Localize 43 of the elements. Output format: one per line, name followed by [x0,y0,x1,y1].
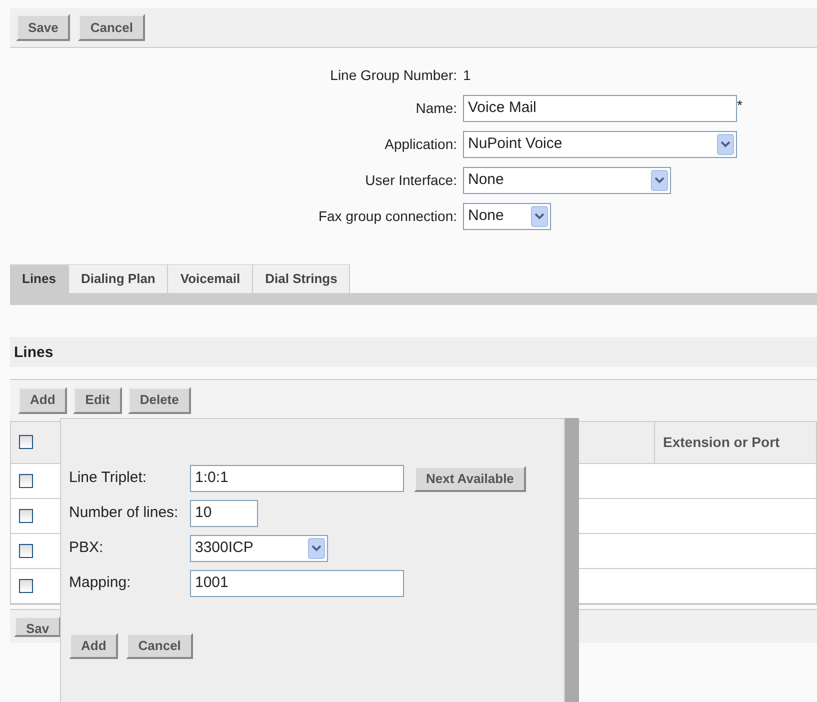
checkbox[interactable] [19,474,33,488]
tab[interactable]: Dialing Plan [68,264,168,292]
save-button[interactable]: Save [16,14,70,41]
tab[interactable]: Voicemail [168,264,254,292]
button[interactable]: Delete [128,386,191,414]
dropdown-value: None [468,206,504,226]
cancel-button[interactable]: Cancel [78,14,146,41]
dropdown-value: None [468,170,504,190]
dropdown-value: 3300ICP [195,538,254,558]
checkbox[interactable] [19,544,33,558]
column-header: Extension or Port [654,422,816,462]
tab[interactable]: Lines [10,264,69,292]
dropdown[interactable]: NuPoint Voice [463,130,737,158]
field-label: User Interface: [364,170,457,190]
field-label: Line Triplet: [69,468,148,488]
input-field[interactable]: 1:0:1 [190,465,404,492]
add-button[interactable]: Add [69,633,118,659]
button[interactable]: Edit [73,386,122,414]
cancel-button[interactable]: Cancel [126,633,193,659]
tab[interactable]: Dial Strings [253,264,350,292]
dropdown[interactable]: None [463,166,671,194]
checkbox[interactable] [19,578,33,592]
next-available-button[interactable]: Next Available [414,466,526,492]
dropdown[interactable]: None [463,202,551,230]
dropdown[interactable]: 3300ICP [190,535,328,562]
button[interactable]: Add [18,386,68,414]
section-title: Lines [10,336,817,366]
required-mark: * [737,96,742,114]
field-label: Mapping: [69,573,132,594]
button[interactable]: Sav [14,616,62,636]
field-label: Fax group connection: [317,206,457,226]
field-value: 1 [463,66,472,84]
checkbox[interactable] [19,508,33,522]
field-label: Application: [384,134,457,154]
field-label: PBX: [69,538,104,558]
field-label: Line Group Number: [329,66,457,85]
input-field[interactable]: 10 [190,500,258,527]
field-label: Name: [414,98,457,118]
checkbox[interactable] [19,435,33,449]
input-field[interactable]: Voice Mail [463,94,737,122]
input-field[interactable]: 1001 [190,570,404,597]
field-label: Number of lines: [69,503,180,524]
dropdown-value: NuPoint Voice [468,134,562,154]
